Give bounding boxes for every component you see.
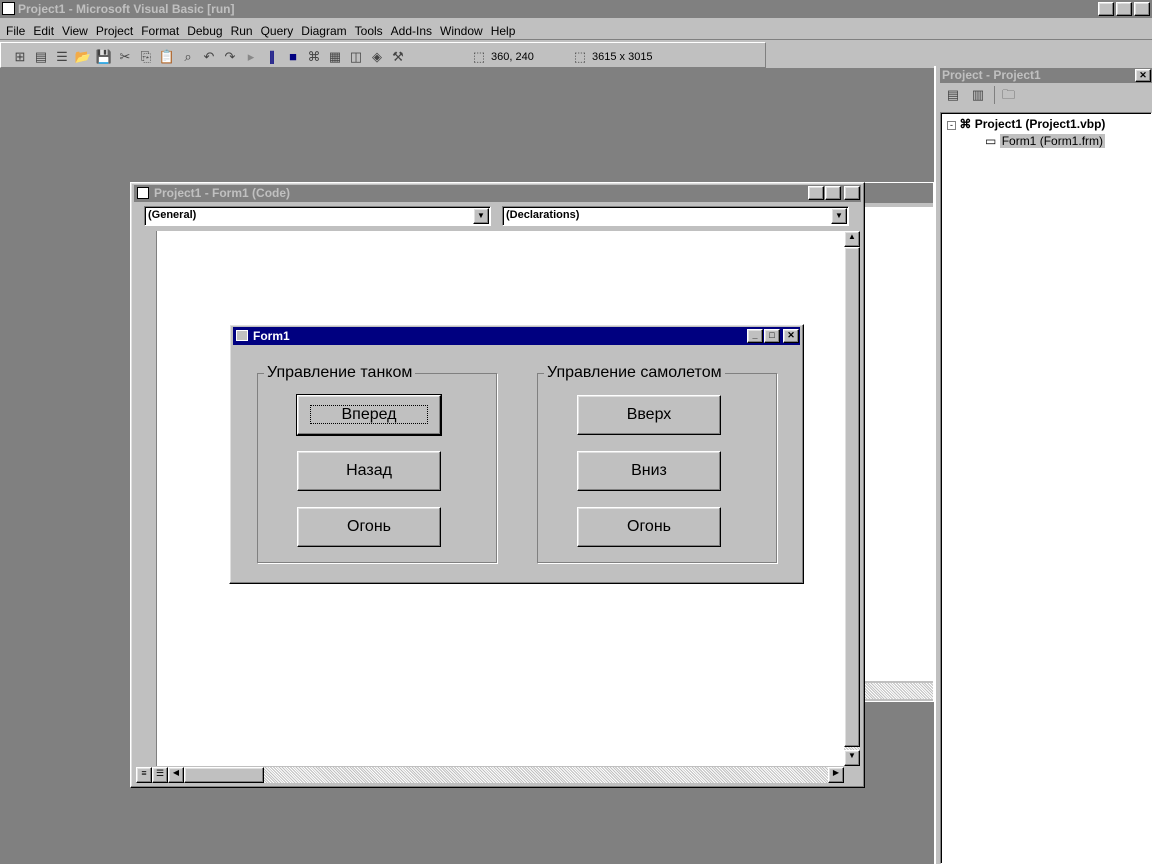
minimize-button[interactable]: _ <box>1098 2 1114 16</box>
size-readout: 3615 x 3015 <box>592 50 653 63</box>
tank-back-button[interactable]: Назад <box>297 451 441 491</box>
vertical-scrollbar[interactable]: ▲ ▼ <box>844 231 860 766</box>
tree-item-project[interactable]: - ⌘ Project1 (Project1.vbp) <box>947 117 1145 134</box>
chevron-down-icon[interactable]: ▼ <box>473 208 489 224</box>
form1-title-bar: Form1 _ □ ✕ <box>233 327 800 345</box>
form-minimize-button[interactable]: _ <box>747 329 763 343</box>
undo-icon[interactable]: ↶ <box>200 48 218 66</box>
menu-project[interactable]: Project <box>96 24 133 38</box>
menu-query[interactable]: Query <box>261 24 294 38</box>
plane-up-button[interactable]: Вверх <box>577 395 721 435</box>
scroll-left-button[interactable]: ◀ <box>168 767 184 783</box>
code-window-title-bar: Project1 - Form1 (Code) _ □ ✕ <box>134 185 861 202</box>
chevron-down-icon[interactable]: ▼ <box>831 208 847 224</box>
menu-diagram[interactable]: Diagram <box>301 24 346 38</box>
form1-window: Form1 _ □ ✕ Управление танком Управление… <box>229 324 804 584</box>
cut-icon[interactable]: ✂ <box>116 48 134 66</box>
toggle-folders-icon[interactable]: 🗀 <box>994 86 1018 104</box>
form1-title: Form1 <box>253 329 290 343</box>
horizontal-scrollbar[interactable]: ≡ ☰ ◀ ▶ <box>136 767 844 783</box>
project-explorer-icon[interactable]: ⌘ <box>305 48 323 66</box>
code-maximize-button[interactable]: □ <box>825 186 841 200</box>
code-margin <box>136 231 157 766</box>
procedure-view-button[interactable]: ≡ <box>136 767 152 783</box>
collapse-icon[interactable]: - <box>947 121 956 130</box>
menu-window[interactable]: Window <box>440 24 483 38</box>
close-button[interactable]: ✕ <box>1134 2 1150 16</box>
form-close-button[interactable]: ✕ <box>783 329 799 343</box>
size-icon: ⬚ <box>573 48 587 64</box>
restore-button[interactable]: ❐ <box>1116 2 1132 16</box>
toolbar: ⊞ ▤ ☰ 📂 💾 ✂ ⎘ 📋 ⌕ ↶ ↷ ▸ ∥ ■ ⌘ ▦ ◫ ◈ ⚒ ⬚ 360, 240 ⬚ 3615… <box>0 42 766 68</box>
menu-view[interactable]: View <box>62 24 88 38</box>
add-form-icon[interactable]: ▤ <box>32 48 50 66</box>
code-window-icon <box>137 187 149 199</box>
redo-icon[interactable]: ↷ <box>221 48 239 66</box>
project-icon: ⌘ <box>959 117 972 131</box>
scroll-down-button[interactable]: ▼ <box>844 750 860 766</box>
menu-help[interactable]: Help <box>491 24 516 38</box>
scroll-up-button[interactable]: ▲ <box>844 231 860 247</box>
find-icon[interactable]: ⌕ <box>179 48 197 66</box>
procedure-combo[interactable]: (Declarations) ▼ <box>502 206 849 226</box>
scroll-thumb[interactable] <box>844 247 860 747</box>
tree-item-form1[interactable]: ▭ Form1 (Form1.frm) <box>947 134 1145 151</box>
code-window-title: Project1 - Form1 (Code) <box>154 186 291 200</box>
menu-edit[interactable]: Edit <box>33 24 54 38</box>
view-code-icon[interactable]: ▤ <box>944 86 962 104</box>
project-explorer: Project - Project1 ✕ ▤ ▥ 🗀 - ⌘ Project1 (P… <box>934 66 1152 864</box>
project-panel-title-bar: Project - Project1 ✕ <box>940 68 1152 83</box>
form-maximize-button[interactable]: □ <box>764 329 780 343</box>
form-icon: ▭ <box>985 134 997 148</box>
scroll-right-button[interactable]: ▶ <box>828 767 844 783</box>
menu-bar: File Edit View Project Format Debug Run Query Di… <box>0 20 1152 40</box>
toolbox-icon[interactable]: ⚒ <box>389 48 407 66</box>
position-icon: ⬚ <box>472 48 486 64</box>
app-title: Project1 - Microsoft Visual Basic [run] <box>18 2 235 16</box>
app-icon <box>2 2 15 15</box>
end-icon[interactable]: ■ <box>284 48 302 66</box>
full-module-view-button[interactable]: ☰ <box>152 767 168 783</box>
menu-format[interactable]: Format <box>141 24 179 38</box>
menu-add-ins[interactable]: Add-Ins <box>391 24 432 38</box>
menu-debug[interactable]: Debug <box>187 24 222 38</box>
view-object-icon[interactable]: ▥ <box>969 86 987 104</box>
object-combo[interactable]: (General) ▼ <box>144 206 491 226</box>
menu-tools[interactable]: Tools <box>355 24 383 38</box>
menu-run[interactable]: Run <box>231 24 253 38</box>
project-tree: - ⌘ Project1 (Project1.vbp) ▭ Form1 (For… <box>940 112 1152 864</box>
menu-file[interactable]: File <box>6 24 25 38</box>
code-close-button[interactable]: ✕ <box>844 186 860 200</box>
break-icon[interactable]: ∥ <box>263 48 281 66</box>
plane-frame-label: Управление самолетом <box>544 364 725 382</box>
object-browser-icon[interactable]: ◈ <box>368 48 386 66</box>
app-title-bar: Project1 - Microsoft Visual Basic [run] … <box>0 0 1152 18</box>
add-project-icon[interactable]: ⊞ <box>11 48 29 66</box>
tank-frame-label: Управление танком <box>264 364 416 382</box>
project-panel-close-button[interactable]: ✕ <box>1135 69 1151 82</box>
form-layout-icon[interactable]: ◫ <box>347 48 365 66</box>
copy-icon[interactable]: ⎘ <box>137 48 155 66</box>
plane-down-button[interactable]: Вниз <box>577 451 721 491</box>
code-minimize-button[interactable]: _ <box>808 186 824 200</box>
paste-icon[interactable]: 📋 <box>158 48 176 66</box>
plane-fire-button[interactable]: Огонь <box>577 507 721 547</box>
open-icon[interactable]: 📂 <box>74 48 92 66</box>
position-readout: 360, 240 <box>491 50 534 63</box>
tank-fire-button[interactable]: Огонь <box>297 507 441 547</box>
properties-icon[interactable]: ▦ <box>326 48 344 66</box>
menu-editor-icon[interactable]: ☰ <box>53 48 71 66</box>
scroll-thumb[interactable] <box>184 767 264 783</box>
save-icon[interactable]: 💾 <box>95 48 113 66</box>
form-icon <box>236 330 248 341</box>
start-icon[interactable]: ▸ <box>242 48 260 66</box>
tank-forward-button[interactable]: Вперед <box>296 394 442 436</box>
